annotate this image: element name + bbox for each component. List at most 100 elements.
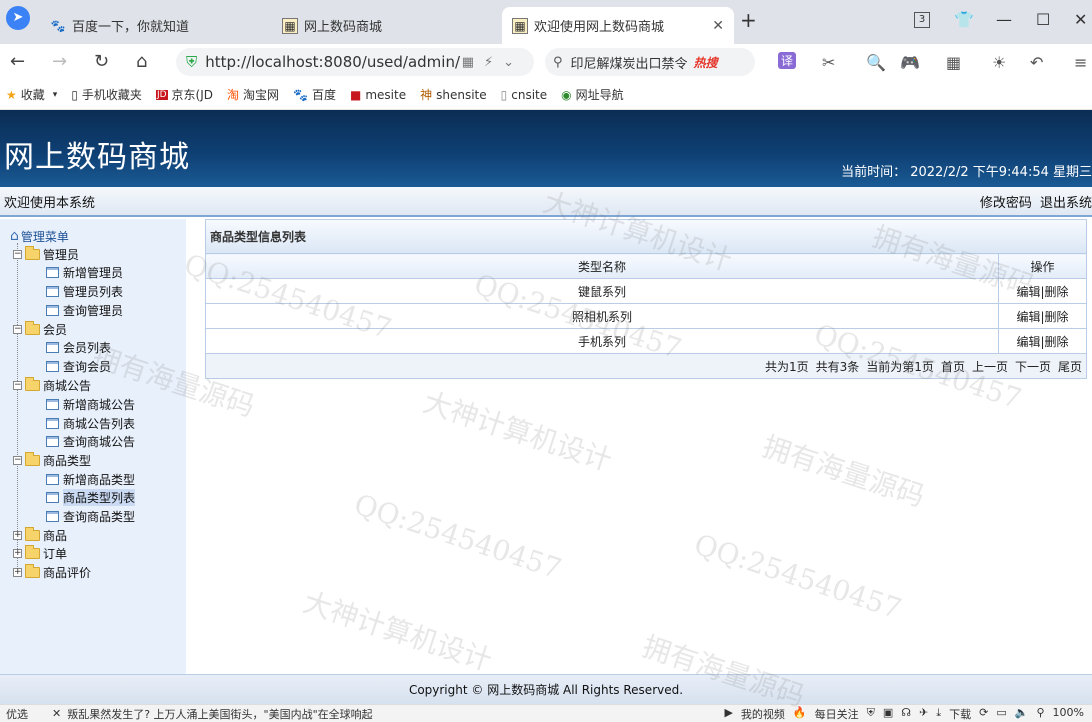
shield-icon[interactable]: ⛨ (867, 706, 875, 722)
status-news[interactable]: 叛乱果然发生了? 上万人涌上美国街头，"美国内战"在全球响起 (67, 706, 372, 722)
pager-next-link[interactable]: 下一页 (1015, 358, 1051, 375)
collapse-icon[interactable]: − (13, 455, 22, 465)
page-icon (46, 435, 59, 447)
tree-item-add-goods-type[interactable]: 新增商品类型 (46, 470, 135, 488)
magnifier-icon[interactable]: 🔍 (866, 53, 886, 72)
game-icon[interactable]: 🎮 (900, 53, 920, 72)
page-icon (46, 304, 59, 316)
edit-link[interactable]: 编辑 (1016, 335, 1040, 349)
tree-item-query-goods-type[interactable]: 查询商品类型 (46, 507, 135, 525)
delete-link[interactable]: 删除 (1045, 285, 1069, 299)
close-news-icon[interactable]: ✕ (52, 707, 61, 720)
bookmark-nav[interactable]: ◉ 网址导航 (561, 86, 624, 103)
scissors-icon[interactable]: ✂ (822, 53, 835, 72)
sync-icon[interactable]: ⟳ (979, 706, 988, 722)
pager-last-link[interactable]: 尾页 (1058, 358, 1082, 375)
apps-grid-icon[interactable]: ▦ (946, 53, 961, 72)
tree-item-query-member[interactable]: 查询会员 (46, 357, 111, 375)
pager-total-records: 共有3条 (815, 359, 860, 374)
edit-link[interactable]: 编辑 (1016, 285, 1040, 299)
tree-item-query-notice[interactable]: 查询商城公告 (46, 432, 135, 450)
zoom-icon: ⚲ (1036, 705, 1045, 719)
cell-type-name: 手机系列 (205, 328, 999, 354)
shirt-icon[interactable]: 👕 (954, 10, 974, 29)
brightness-icon[interactable]: ☀ (992, 53, 1006, 72)
minimize-icon[interactable]: — (996, 10, 1012, 29)
tree-item-admin-list[interactable]: 管理员列表 (46, 282, 123, 300)
tab-welcome[interactable]: ▦ 欢迎使用网上数码商城 ✕ (502, 7, 734, 44)
delete-link[interactable]: 删除 (1045, 310, 1069, 324)
tree-group-member[interactable]: − 会员 (13, 320, 67, 338)
tab-shop[interactable]: ▦ 网上数码商城 (272, 7, 500, 44)
bookmarks-bar: ★ 收藏 ▾ ▯ 手机收藏夹 JD 京东(JD 淘淘宝网 🐾 百度 ■ mesite 神 sh… (0, 80, 1092, 110)
tree-item-notice-list[interactable]: 商城公告列表 (46, 414, 135, 432)
edit-link[interactable]: 编辑 (1016, 310, 1040, 324)
hearing-icon[interactable]: ☊ (901, 706, 911, 722)
expand-icon[interactable]: + (13, 567, 22, 577)
tree-group-reviews[interactable]: + 商品评价 (13, 563, 91, 581)
bookmark-favorites[interactable]: ★ 收藏 ▾ (6, 86, 57, 103)
phone-icon: ▯ (71, 87, 78, 102)
reload-icon[interactable]: ↻ (94, 51, 109, 73)
tree-group-orders[interactable]: + 订单 (13, 544, 67, 562)
new-tab-icon[interactable]: + (740, 8, 757, 32)
tree-root[interactable]: ⌂ 管理菜单 (10, 227, 69, 245)
pager-prev-link[interactable]: 上一页 (972, 358, 1008, 375)
tree-group-goods-type[interactable]: − 商品类型 (13, 451, 91, 469)
collapse-icon[interactable]: − (13, 324, 22, 334)
bookmark-jd[interactable]: JD 京东(JD (155, 86, 213, 103)
expand-icon[interactable]: + (13, 548, 22, 558)
bookmark-shensite[interactable]: 神 shensite (420, 86, 487, 103)
undo-icon[interactable]: ↶ (1030, 53, 1043, 72)
url-input[interactable]: ⛨ http://localhost:8080/used/admin/ ▦⚡⌄ (176, 48, 534, 76)
delete-link[interactable]: 删除 (1045, 335, 1069, 349)
folder-icon (25, 563, 40, 578)
rocket-icon[interactable]: ✈ (919, 706, 928, 722)
status-my-video[interactable]: 我的视频 (741, 706, 785, 722)
tab-baidu[interactable]: 🐾 百度一下，你就知道 (40, 7, 270, 44)
tree-group-goods[interactable]: + 商品 (13, 526, 67, 544)
tab-count-badge[interactable]: 3 (914, 12, 930, 28)
close-window-icon[interactable]: ✕ (1074, 10, 1087, 29)
qr-lightning-chevron-icons[interactable]: ▦⚡⌄ (462, 55, 524, 70)
collapse-icon[interactable]: − (13, 380, 22, 390)
table-row: 手机系列 编辑|删除 (205, 328, 1087, 354)
status-daily[interactable]: 每日关注 (815, 706, 859, 722)
window-icon[interactable]: ▭ (996, 706, 1006, 722)
browser-logo-icon[interactable]: ➤ (6, 6, 30, 30)
forward-icon[interactable]: → (52, 51, 67, 73)
status-featured[interactable]: 优选 (6, 706, 28, 722)
search-input[interactable]: ⚲ 印尼解煤炭出口禁令 热搜 (545, 48, 755, 76)
bookmark-cnsite[interactable]: ▯ cnsite (501, 88, 548, 102)
speaker-icon[interactable]: 🔈 (1015, 706, 1029, 722)
tree-item-member-list[interactable]: 会员列表 (46, 338, 111, 356)
tree-item-add-admin[interactable]: 新增管理员 (46, 263, 123, 281)
baidu-paw-icon: 🐾 (293, 87, 308, 102)
pager-first-link[interactable]: 首页 (941, 358, 965, 375)
collapse-icon[interactable]: − (13, 249, 22, 259)
bookmark-mesite[interactable]: ■ mesite (350, 88, 406, 102)
bookmark-baidu[interactable]: 🐾 百度 (293, 86, 336, 103)
cell-actions: 编辑|删除 (998, 278, 1087, 304)
back-icon[interactable]: ← (10, 51, 25, 73)
menu-icon[interactable]: ≡ (1074, 53, 1087, 72)
home-icon[interactable]: ⌂ (136, 51, 147, 73)
bookmark-taobao[interactable]: 淘淘宝网 (227, 86, 279, 103)
logout-link[interactable]: 退出系统 (1040, 196, 1092, 211)
bookmark-mobile[interactable]: ▯ 手机收藏夹 (71, 86, 142, 103)
maximize-icon[interactable]: ☐ (1036, 10, 1050, 29)
folder-open-icon (25, 376, 40, 391)
tree-item-add-notice[interactable]: 新增商城公告 (46, 395, 135, 413)
status-download[interactable]: 下载 (949, 706, 971, 722)
page-icon (46, 491, 59, 503)
tree-item-query-admin[interactable]: 查询管理员 (46, 301, 123, 319)
status-zoom[interactable]: 100% (1053, 706, 1084, 722)
translate-icon[interactable]: 译 (778, 52, 797, 69)
image-icon[interactable]: ▣ (883, 706, 893, 722)
tree-item-goods-type-list[interactable]: 商品类型列表 (46, 488, 136, 506)
change-password-link[interactable]: 修改密码 (980, 196, 1032, 211)
close-tab-icon[interactable]: ✕ (712, 18, 724, 34)
expand-icon[interactable]: + (13, 530, 22, 540)
tree-group-admin[interactable]: − 管理员 (13, 245, 79, 263)
tree-group-notice[interactable]: − 商城公告 (13, 376, 91, 394)
